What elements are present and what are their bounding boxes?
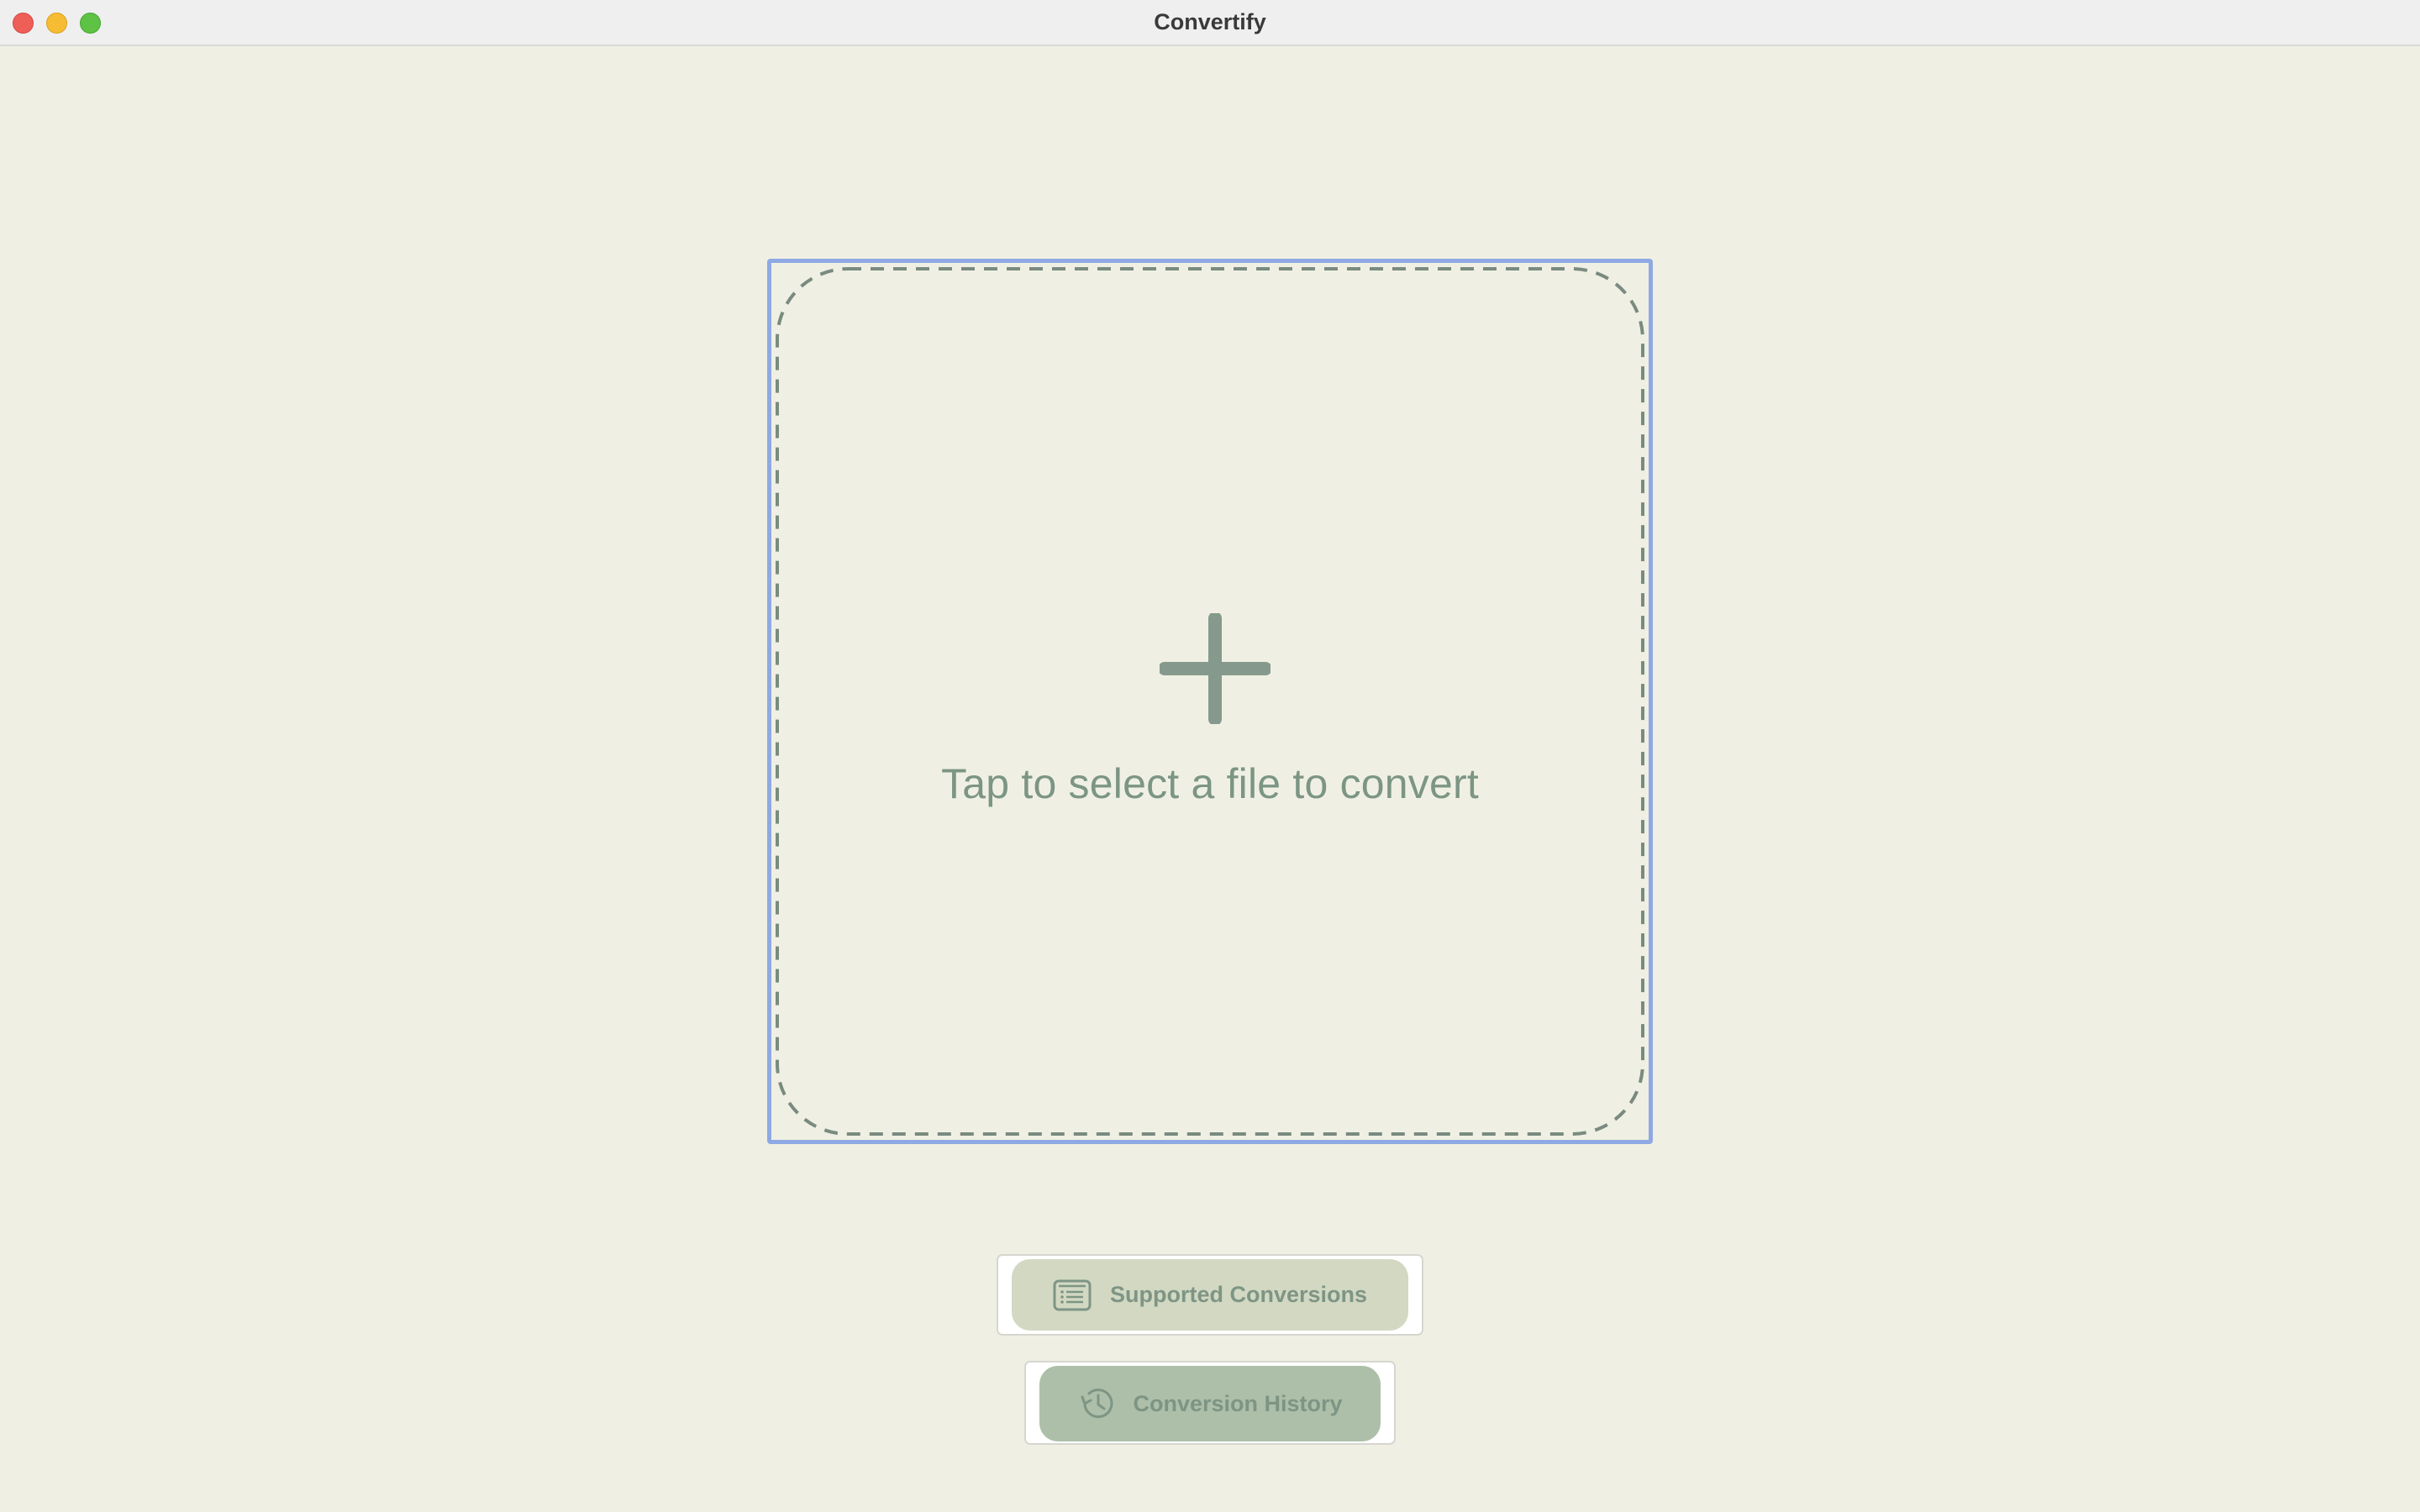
app-window: Convertify Tap to select a file to conve… — [0, 0, 2420, 1512]
history-icon — [1081, 1389, 1113, 1419]
file-drop-zone-focus-ring: Tap to select a file to convert — [767, 259, 1653, 1144]
plus-icon — [1160, 613, 1270, 724]
conversion-history-label: Conversion History — [1133, 1390, 1343, 1416]
conversion-history-frame: Conversion History — [1024, 1361, 1396, 1445]
list-icon — [1053, 1279, 1092, 1310]
title-bar: Convertify — [0, 0, 2420, 46]
supported-conversions-button[interactable]: Supported Conversions — [1012, 1259, 1408, 1331]
drop-zone-label: Tap to select a file to convert — [941, 760, 1479, 807]
window-title: Convertify — [1154, 9, 1266, 34]
supported-conversions-label: Supported Conversions — [1109, 1282, 1368, 1307]
supported-conversions-frame: Supported Conversions — [997, 1254, 1423, 1336]
conversion-history-button[interactable]: Conversion History — [1039, 1366, 1381, 1441]
file-drop-zone[interactable]: Tap to select a file to convert — [776, 267, 1644, 1136]
